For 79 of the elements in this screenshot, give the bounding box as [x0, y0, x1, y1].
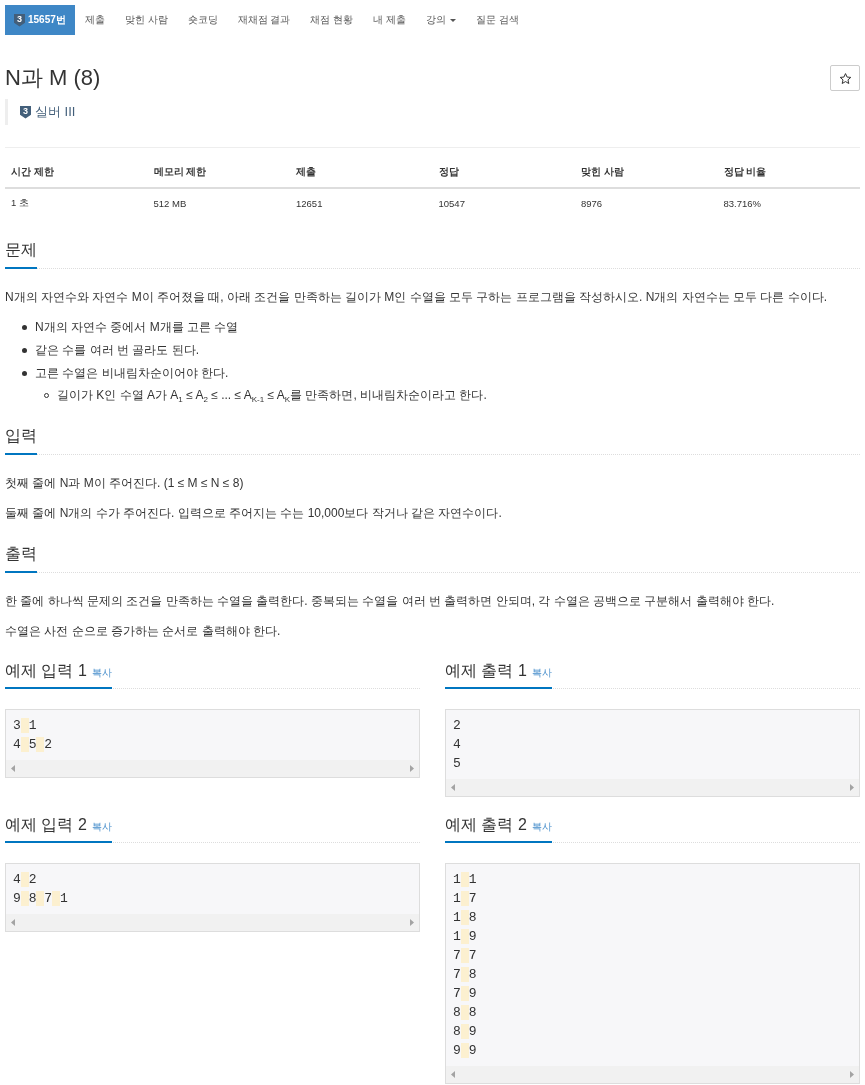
bullet-icon — [22, 371, 27, 376]
bullet-icon — [22, 348, 27, 353]
table-cell: 512 MB — [147, 188, 290, 218]
horizontal-scrollbar[interactable] — [6, 760, 419, 777]
paragraph: N개의 자연수와 자연수 M이 주어졌을 때, 아래 조건을 만족하는 길이가 M인 수열을 모두 구하는 프로그램을 작성하시오. N개의 자연수는 모두 다른 수이다. — [5, 289, 828, 306]
code-line: 4 5 2 — [13, 736, 54, 754]
code-line: 8 9 — [453, 1023, 478, 1041]
paragraph: 둘째 줄에 N개의 수가 주어진다. 입력으로 주어지는 수는 10,000보다 작거나 같은 자연수이다. — [5, 505, 503, 522]
nav-tab[interactable]: 제출 — [74, 5, 115, 35]
horizontal-scrollbar[interactable] — [6, 914, 419, 931]
copy-link[interactable]: 복사 — [531, 821, 552, 834]
code-line: 9 8 7 1 — [13, 890, 69, 908]
column-header: 제출 — [290, 158, 433, 188]
nav-tab[interactable]: 재채점 결과 — [227, 5, 301, 35]
nav-tab[interactable]: 강의 — [415, 5, 466, 35]
section-title: 문제 — [5, 240, 37, 269]
horizontal-scrollbar[interactable] — [446, 1066, 859, 1083]
star-button[interactable] — [830, 65, 860, 91]
nav-tab[interactable]: 숏코딩 — [177, 5, 228, 35]
column-header: 메모리 제한 — [147, 158, 290, 188]
column-header: 정답 비율 — [717, 158, 860, 188]
list-item: N개의 자연수 중에서 M개를 고른 수열 — [35, 319, 239, 336]
code-line: 1 7 — [453, 890, 478, 908]
copy-link[interactable]: 복사 — [91, 667, 112, 680]
column-header: 맞힌 사람 — [575, 158, 718, 188]
tier-badge: 3 — [20, 105, 31, 119]
section-title: 출력 — [5, 544, 37, 573]
scroll-right-icon[interactable] — [410, 765, 414, 772]
sample-title: 예제 출력 1 — [445, 661, 527, 681]
code-line: 4 2 — [13, 871, 38, 889]
code-line: 8 8 — [453, 1004, 478, 1022]
list-item: 고른 수열은 비내림차순이어야 한다. — [35, 365, 229, 382]
list-item: 길이가 K인 수열 A가 A$_{1}$ ≤ A$_{2}$ ≤ ... ≤ A$_{K-1}$ ≤ A$_{K}$를 만족하면, 비내림차순이라고 한다. — [57, 387, 487, 404]
list-item: 같은 수를 여러 번 골라도 된다. — [35, 342, 199, 359]
code-line: 1 9 — [453, 928, 478, 946]
horizontal-scrollbar[interactable] — [446, 779, 859, 796]
code-line: 7 7 — [453, 947, 478, 965]
scroll-right-icon[interactable] — [410, 919, 414, 926]
nav-tab[interactable]: 3 15657번 — [5, 5, 75, 35]
scroll-left-icon[interactable] — [451, 784, 455, 791]
nav-tab[interactable]: 질문 검색 — [465, 5, 529, 35]
nav-tab[interactable]: 맞힌 사람 — [114, 5, 178, 35]
paragraph: 수열은 사전 순으로 증가하는 순서로 출력해야 한다. — [5, 623, 282, 640]
scroll-left-icon[interactable] — [451, 1071, 455, 1078]
table-cell: 8976 — [575, 188, 718, 218]
sample-title: 예제 입력 2 — [5, 815, 87, 835]
code-line: 1 8 — [453, 909, 478, 927]
code-line: 4 — [453, 736, 462, 754]
column-header: 시간 제한 — [5, 158, 148, 188]
problem-title: N과 M (8) — [5, 64, 101, 92]
tier-badge: 3 — [14, 13, 25, 27]
code-line: 7 9 — [453, 985, 478, 1003]
table-cell: 12651 — [290, 188, 433, 218]
scroll-left-icon[interactable] — [11, 919, 15, 926]
nav-tab[interactable]: 채점 현황 — [300, 5, 364, 35]
paragraph: 한 줄에 하나씩 문제의 조건을 만족하는 수열을 출력한다. 중복되는 수열을 여러 번 출력하면 안되며, 각 수열은 공백으로 구분해서 출력해야 한다. — [5, 593, 776, 610]
code-line: 2 — [453, 717, 462, 735]
table-cell: 10547 — [432, 188, 575, 218]
code-line: 5 — [453, 755, 462, 773]
bullet-icon — [22, 325, 27, 330]
column-header: 정답 — [432, 158, 575, 188]
code-line: 9 9 — [453, 1042, 478, 1060]
sample-title: 예제 출력 2 — [445, 815, 527, 835]
nav-tab[interactable]: 내 제출 — [363, 5, 416, 35]
code-line: 7 8 — [453, 966, 478, 984]
scroll-right-icon[interactable] — [850, 1071, 854, 1078]
code-line: 1 1 — [453, 871, 478, 889]
paragraph: 첫째 줄에 N과 M이 주어진다. (1 ≤ M ≤ N ≤ 8) — [5, 475, 245, 492]
scroll-right-icon[interactable] — [850, 784, 854, 791]
copy-link[interactable]: 복사 — [91, 821, 112, 834]
table-cell: 83.716% — [717, 188, 860, 218]
code-line: 3 1 — [13, 717, 38, 735]
table-cell: 1 초 — [5, 188, 148, 218]
section-title: 입력 — [5, 426, 37, 455]
hollow-bullet-icon — [44, 393, 49, 398]
tier-label: 실버 III — [35, 103, 76, 121]
scroll-left-icon[interactable] — [11, 765, 15, 772]
sample-title: 예제 입력 1 — [5, 661, 87, 681]
copy-link[interactable]: 복사 — [531, 667, 552, 680]
